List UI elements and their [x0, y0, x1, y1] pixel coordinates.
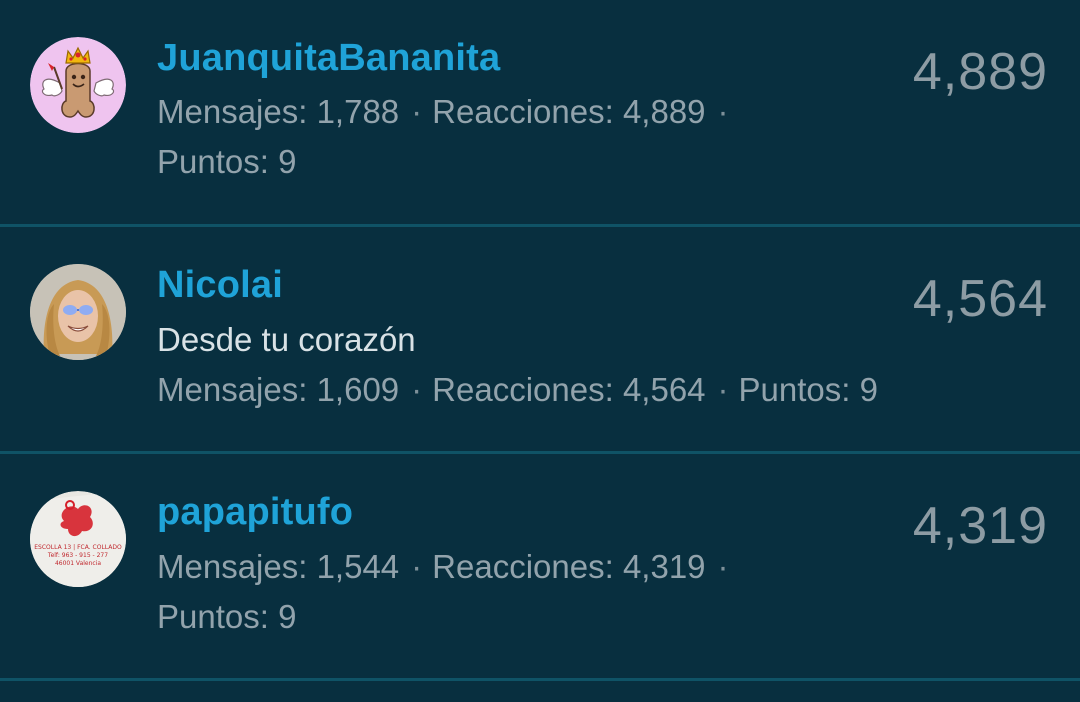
- points-label: Puntos:: [157, 143, 269, 180]
- reactions-count: 4,319: [622, 548, 706, 585]
- reactions-label: Reacciones:: [432, 371, 614, 408]
- username[interactable]: Nicolai: [157, 264, 283, 307]
- points-count: 9: [278, 143, 297, 180]
- messages-label: Mensajes:: [157, 548, 308, 585]
- score-value: 4,889: [912, 43, 1048, 101]
- avatar[interactable]: [30, 37, 126, 133]
- reactions-count: 4,889: [622, 93, 706, 130]
- member-points: Puntos: 9: [157, 598, 296, 636]
- messages-label: Mensajes:: [157, 93, 308, 130]
- separator: ·: [717, 93, 729, 130]
- separator: ·: [411, 93, 423, 130]
- member-stats: Mensajes: 1,544 · Reacciones: 4,319 ·: [157, 548, 739, 586]
- points-label: Puntos:: [738, 371, 851, 408]
- separator: ·: [411, 548, 423, 585]
- messages-count: 1,609: [316, 371, 400, 408]
- avatar[interactable]: [30, 264, 126, 360]
- separator: ·: [717, 371, 729, 408]
- score-value: 4,564: [912, 270, 1048, 328]
- member-leaderboard-list: JuanquitaBananita Mensajes: 1,788 · Reacci…: [0, 0, 1080, 702]
- member-points: Puntos: 9: [157, 143, 296, 181]
- receipt-line: 46001 Valencia: [55, 560, 101, 567]
- username[interactable]: papapitufo: [157, 491, 353, 534]
- messages-count: 1,544: [316, 548, 400, 585]
- avatar[interactable]: ESCOLLA 13 | FCA. COLLADO Telf: 963 - 91…: [30, 491, 126, 587]
- points-count: 9: [278, 598, 297, 635]
- receipt-line: Telf: 963 - 915 - 277: [47, 552, 108, 559]
- points-count: 9: [859, 371, 878, 408]
- reactions-label: Reacciones:: [432, 548, 614, 585]
- points-label: Puntos:: [157, 598, 269, 635]
- messages-count: 1,788: [316, 93, 400, 130]
- smiling-person-avatar-icon: [30, 264, 126, 360]
- list-item[interactable]: ESCOLLA 13 | FCA. COLLADO Telf: 963 - 91…: [0, 454, 1080, 679]
- reactions-count: 4,564: [622, 371, 706, 408]
- messages-label: Mensajes:: [157, 371, 308, 408]
- crowned-winged-avatar-icon: [30, 37, 126, 133]
- username[interactable]: JuanquitaBananita: [157, 37, 500, 80]
- score-value: 4,319: [912, 497, 1048, 555]
- stamped-receipt-avatar-icon: ESCOLLA 13 | FCA. COLLADO Telf: 963 - 91…: [30, 491, 126, 587]
- list-item[interactable]: JuanquitaBananita Mensajes: 1,788 · Reacci…: [0, 0, 1080, 225]
- separator: ·: [411, 371, 423, 408]
- reactions-label: Reacciones:: [432, 93, 614, 130]
- member-stats: Mensajes: 1,788 · Reacciones: 4,889 ·: [157, 93, 739, 131]
- list-item[interactable]: Nicolai Desde tu corazón Mensajes: 1,609…: [0, 227, 1080, 452]
- separator: ·: [717, 548, 729, 585]
- row-divider: [0, 678, 1080, 681]
- member-stats: Mensajes: 1,609 · Reacciones: 4,564 · Puntos…: [157, 371, 878, 409]
- receipt-line: ESCOLLA 13 | FCA. COLLADO: [34, 544, 122, 551]
- user-status: Desde tu corazón: [157, 321, 416, 358]
